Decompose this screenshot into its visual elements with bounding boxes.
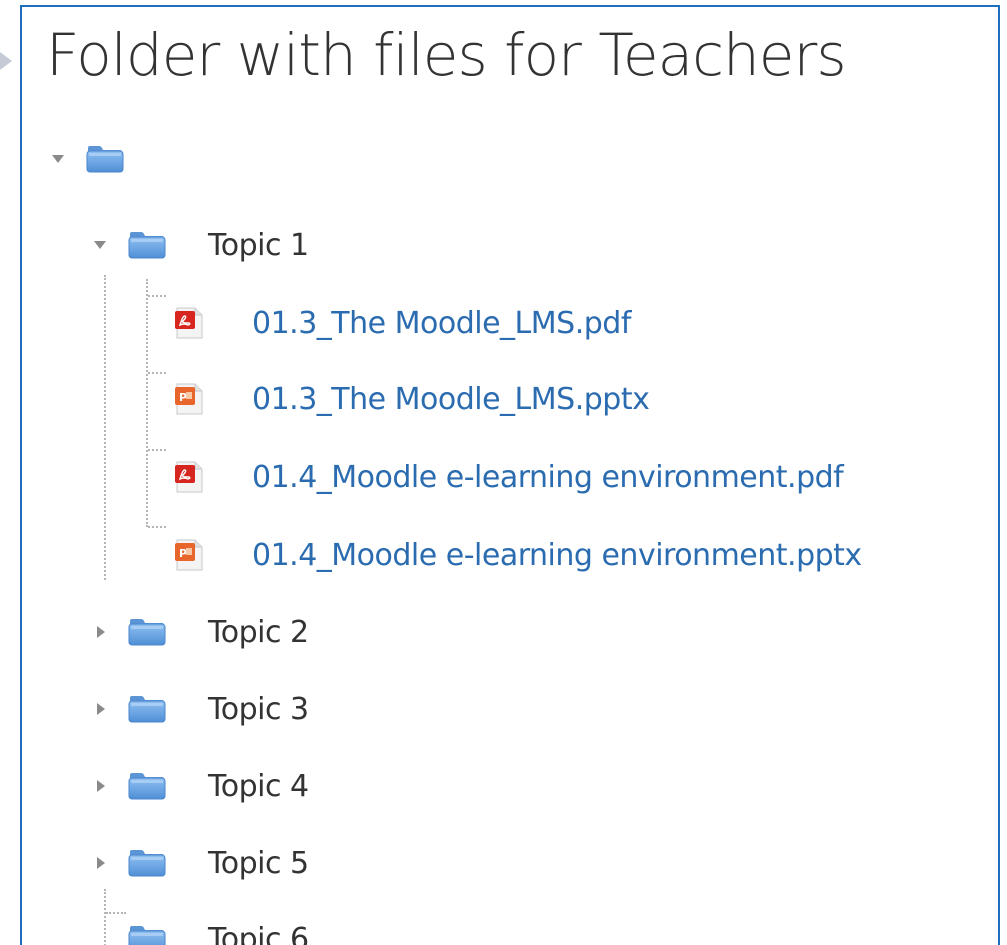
tree-guide-line bbox=[104, 275, 106, 580]
folder-label: Topic 6 bbox=[208, 922, 309, 945]
collapse-toggle-icon[interactable] bbox=[97, 857, 105, 869]
folder-label: Topic 3 bbox=[208, 692, 309, 727]
tree-folder-topic-5[interactable]: Topic 5 bbox=[94, 843, 309, 883]
tree-folder-topic-6[interactable]: Topic 6 bbox=[128, 919, 309, 945]
folder-icon bbox=[128, 695, 166, 723]
pptx-file-icon bbox=[174, 383, 204, 415]
file-item[interactable]: 01.3_The Moodle_LMS.pdf bbox=[174, 303, 631, 343]
file-link[interactable]: 01.3_The Moodle_LMS.pptx bbox=[252, 382, 649, 417]
folder-icon bbox=[128, 849, 166, 877]
collapse-toggle-icon[interactable] bbox=[97, 703, 105, 715]
pdf-file-icon bbox=[174, 461, 204, 493]
file-link[interactable]: 01.4_Moodle e-learning environment.pdf bbox=[252, 460, 843, 495]
folder-label: Topic 2 bbox=[208, 615, 309, 650]
file-link[interactable]: 01.3_The Moodle_LMS.pdf bbox=[252, 306, 631, 341]
file-item[interactable]: 01.4_Moodle e-learning environment.pdf bbox=[174, 457, 843, 497]
pptx-file-icon bbox=[174, 539, 204, 571]
folder-icon bbox=[128, 231, 166, 259]
folder-icon bbox=[128, 618, 166, 646]
pdf-file-icon bbox=[174, 307, 204, 339]
tree-guide-line bbox=[146, 279, 148, 527]
tree-folder-topic-1[interactable]: Topic 1 bbox=[94, 225, 309, 265]
folder-label: Topic 5 bbox=[208, 846, 309, 881]
file-item[interactable]: 01.3_The Moodle_LMS.pptx bbox=[174, 379, 649, 419]
tree-guide-line bbox=[104, 889, 106, 945]
tree-guide-line bbox=[148, 372, 166, 374]
folder-label: Topic 4 bbox=[208, 769, 309, 804]
file-item[interactable]: 01.4_Moodle e-learning environment.pptx bbox=[174, 535, 862, 575]
tree-guide-line bbox=[106, 912, 126, 914]
folder-icon bbox=[86, 145, 124, 173]
folder-label: Topic 1 bbox=[208, 228, 309, 263]
expand-toggle-icon[interactable] bbox=[94, 241, 106, 249]
folder-panel: Folder with files for Teachers Topic 1 0… bbox=[20, 5, 1000, 945]
file-link[interactable]: 01.4_Moodle e-learning environment.pptx bbox=[252, 538, 862, 573]
tree-guide-line bbox=[148, 526, 166, 528]
page-title: Folder with files for Teachers bbox=[46, 21, 846, 89]
folder-icon bbox=[128, 772, 166, 800]
expand-toggle-icon[interactable] bbox=[52, 155, 64, 163]
collapse-arrow-icon bbox=[0, 52, 12, 70]
tree-root-folder[interactable] bbox=[52, 139, 124, 179]
tree-guide-line bbox=[148, 449, 166, 451]
collapse-toggle-icon[interactable] bbox=[97, 780, 105, 792]
collapse-toggle-icon[interactable] bbox=[97, 626, 105, 638]
tree-folder-topic-4[interactable]: Topic 4 bbox=[94, 766, 309, 806]
tree-folder-topic-3[interactable]: Topic 3 bbox=[94, 689, 309, 729]
tree-guide-line bbox=[148, 295, 166, 297]
folder-icon bbox=[128, 925, 166, 945]
tree-folder-topic-2[interactable]: Topic 2 bbox=[94, 612, 309, 652]
